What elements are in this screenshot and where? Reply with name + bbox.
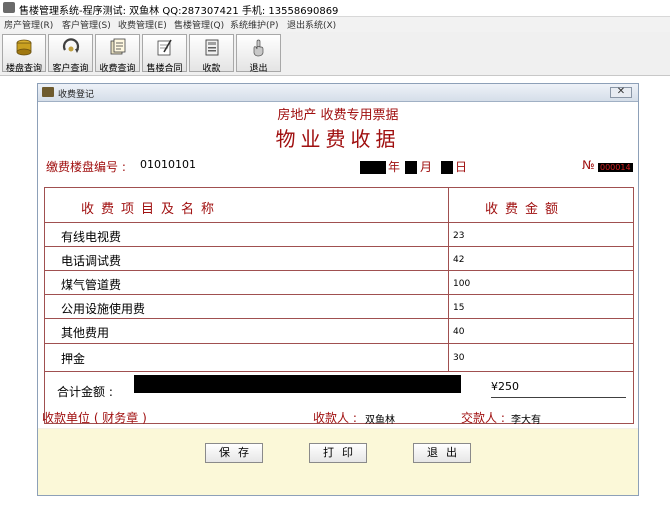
fee-registration-dialog: 收费登记 ✕ 房地产 收费专用票据 物业费收据 缴费楼盘编号 : 0101010… <box>37 83 639 496</box>
payment-button[interactable]: 收款 <box>189 34 234 74</box>
payee-unit-label: 收款单位 ( 财务章 ) <box>42 411 147 425</box>
window-titlebar: 售楼管理系统-程序测试: 双鱼林 QQ:287307421 手机: 135586… <box>0 0 670 17</box>
exit-hand-icon <box>253 39 263 57</box>
menu-item-sales[interactable]: 售楼管理(Q) <box>174 18 224 31</box>
receipt-number-value: 000014 <box>598 163 633 172</box>
fee-item-amount[interactable]: 23 <box>453 231 464 241</box>
column-header-amount: 收费金额 <box>485 202 566 217</box>
building-number-label: 缴费楼盘编号 : <box>46 160 126 174</box>
fee-item-amount[interactable]: 30 <box>453 353 464 363</box>
payer-label: 交款人 : <box>461 411 505 425</box>
fee-item-name: 煤气管道费 <box>61 278 122 292</box>
column-header-item: 收费项目及名称 <box>81 202 222 217</box>
fee-item-name: 其他费用 <box>61 326 110 340</box>
dialog-button-bar: 保存 打印 退出 <box>38 429 638 495</box>
app-icon <box>3 2 15 13</box>
menu-item-exit[interactable]: 退出系统(X) <box>287 18 336 31</box>
customer-query-icon <box>62 38 79 53</box>
menu-bar: 房产管理(R) 客户管理(S) 收费管理(E) 售楼管理(Q) 系统维护(P) … <box>0 17 670 33</box>
close-icon: ✕ <box>616 86 626 97</box>
total-amount-label: 合计金额 : <box>57 385 113 399</box>
day-label: 日 <box>455 160 468 174</box>
fee-item-name: 有线电视费 <box>61 230 122 244</box>
fee-query-label: 收费查询 <box>99 64 136 74</box>
fee-item-amount[interactable]: 100 <box>453 279 470 289</box>
window-title: 售楼管理系统-程序测试: 双鱼林 QQ:287307421 手机: 135586… <box>19 6 339 17</box>
receipt-title: 物业费收据 <box>275 127 401 151</box>
dialog-titlebar: 收费登记 ✕ <box>38 84 638 102</box>
month-field[interactable] <box>405 161 417 174</box>
building-query-button[interactable]: 楼盘查询 <box>2 34 46 74</box>
contract-icon <box>157 39 172 56</box>
payment-label: 收款 <box>202 64 221 74</box>
total-amount-value[interactable]: ¥250 <box>491 380 519 393</box>
menu-item-property[interactable]: 房产管理(R) <box>4 18 53 31</box>
fee-item-name: 电话调试费 <box>61 254 122 268</box>
dialog-icon <box>42 87 54 97</box>
year-label: 年 <box>388 160 401 174</box>
fee-item-amount[interactable]: 40 <box>453 327 464 337</box>
fee-item-name: 公用设施使用费 <box>61 302 146 316</box>
menu-item-customer[interactable]: 客户管理(S) <box>62 18 111 31</box>
receipt-number-label: № <box>582 158 595 172</box>
dialog-title: 收费登记 <box>58 90 95 100</box>
building-query-label: 楼盘查询 <box>5 64 42 74</box>
receiver-label: 收款人 : <box>313 411 357 425</box>
day-field[interactable] <box>441 161 453 174</box>
fee-item-amount[interactable]: 15 <box>453 303 464 313</box>
exit-label: 退出 <box>249 64 268 74</box>
month-label: 月 <box>420 160 433 174</box>
payer-value[interactable]: 李大有 <box>511 411 541 426</box>
fee-item-name: 押金 <box>61 352 86 366</box>
receipt-form: 房地产 收费专用票据 物业费收据 缴费楼盘编号 : 01010101 年 月 日… <box>38 102 638 428</box>
exit-dialog-button[interactable]: 退出 <box>413 443 471 463</box>
building-disk-icon <box>16 39 32 56</box>
customer-query-label: 客户查询 <box>52 64 89 74</box>
receiver-value[interactable]: 双鱼林 <box>365 411 395 426</box>
total-amount-words-field[interactable] <box>134 375 461 393</box>
menu-item-fees[interactable]: 收费管理(E) <box>118 18 167 31</box>
payment-icon <box>205 39 218 56</box>
receipt-heading: 房地产 收费专用票据 <box>277 108 399 123</box>
dialog-close-button[interactable]: ✕ <box>610 86 632 98</box>
fee-query-icon <box>110 38 125 55</box>
customer-query-button[interactable]: 客户查询 <box>48 34 93 74</box>
save-button[interactable]: 保存 <box>205 443 263 463</box>
sales-contract-label: 售楼合同 <box>146 64 183 74</box>
menu-item-system[interactable]: 系统维护(P) <box>230 18 278 31</box>
print-button[interactable]: 打印 <box>309 443 367 463</box>
fee-items-table: 收费项目及名称 收费金额 有线电视费 23 电话调试费 42 煤气管道费 100… <box>44 187 634 424</box>
fee-query-button[interactable]: 收费查询 <box>95 34 140 74</box>
fee-item-amount[interactable]: 42 <box>453 255 464 265</box>
year-field[interactable] <box>360 161 386 174</box>
sales-contract-button[interactable]: 售楼合同 <box>142 34 187 74</box>
building-number-value[interactable]: 01010101 <box>140 158 196 171</box>
exit-button[interactable]: 退出 <box>236 34 281 74</box>
toolbar: 楼盘查询 客户查询 收费查询 售楼合同 收款 退出 <box>0 32 670 76</box>
